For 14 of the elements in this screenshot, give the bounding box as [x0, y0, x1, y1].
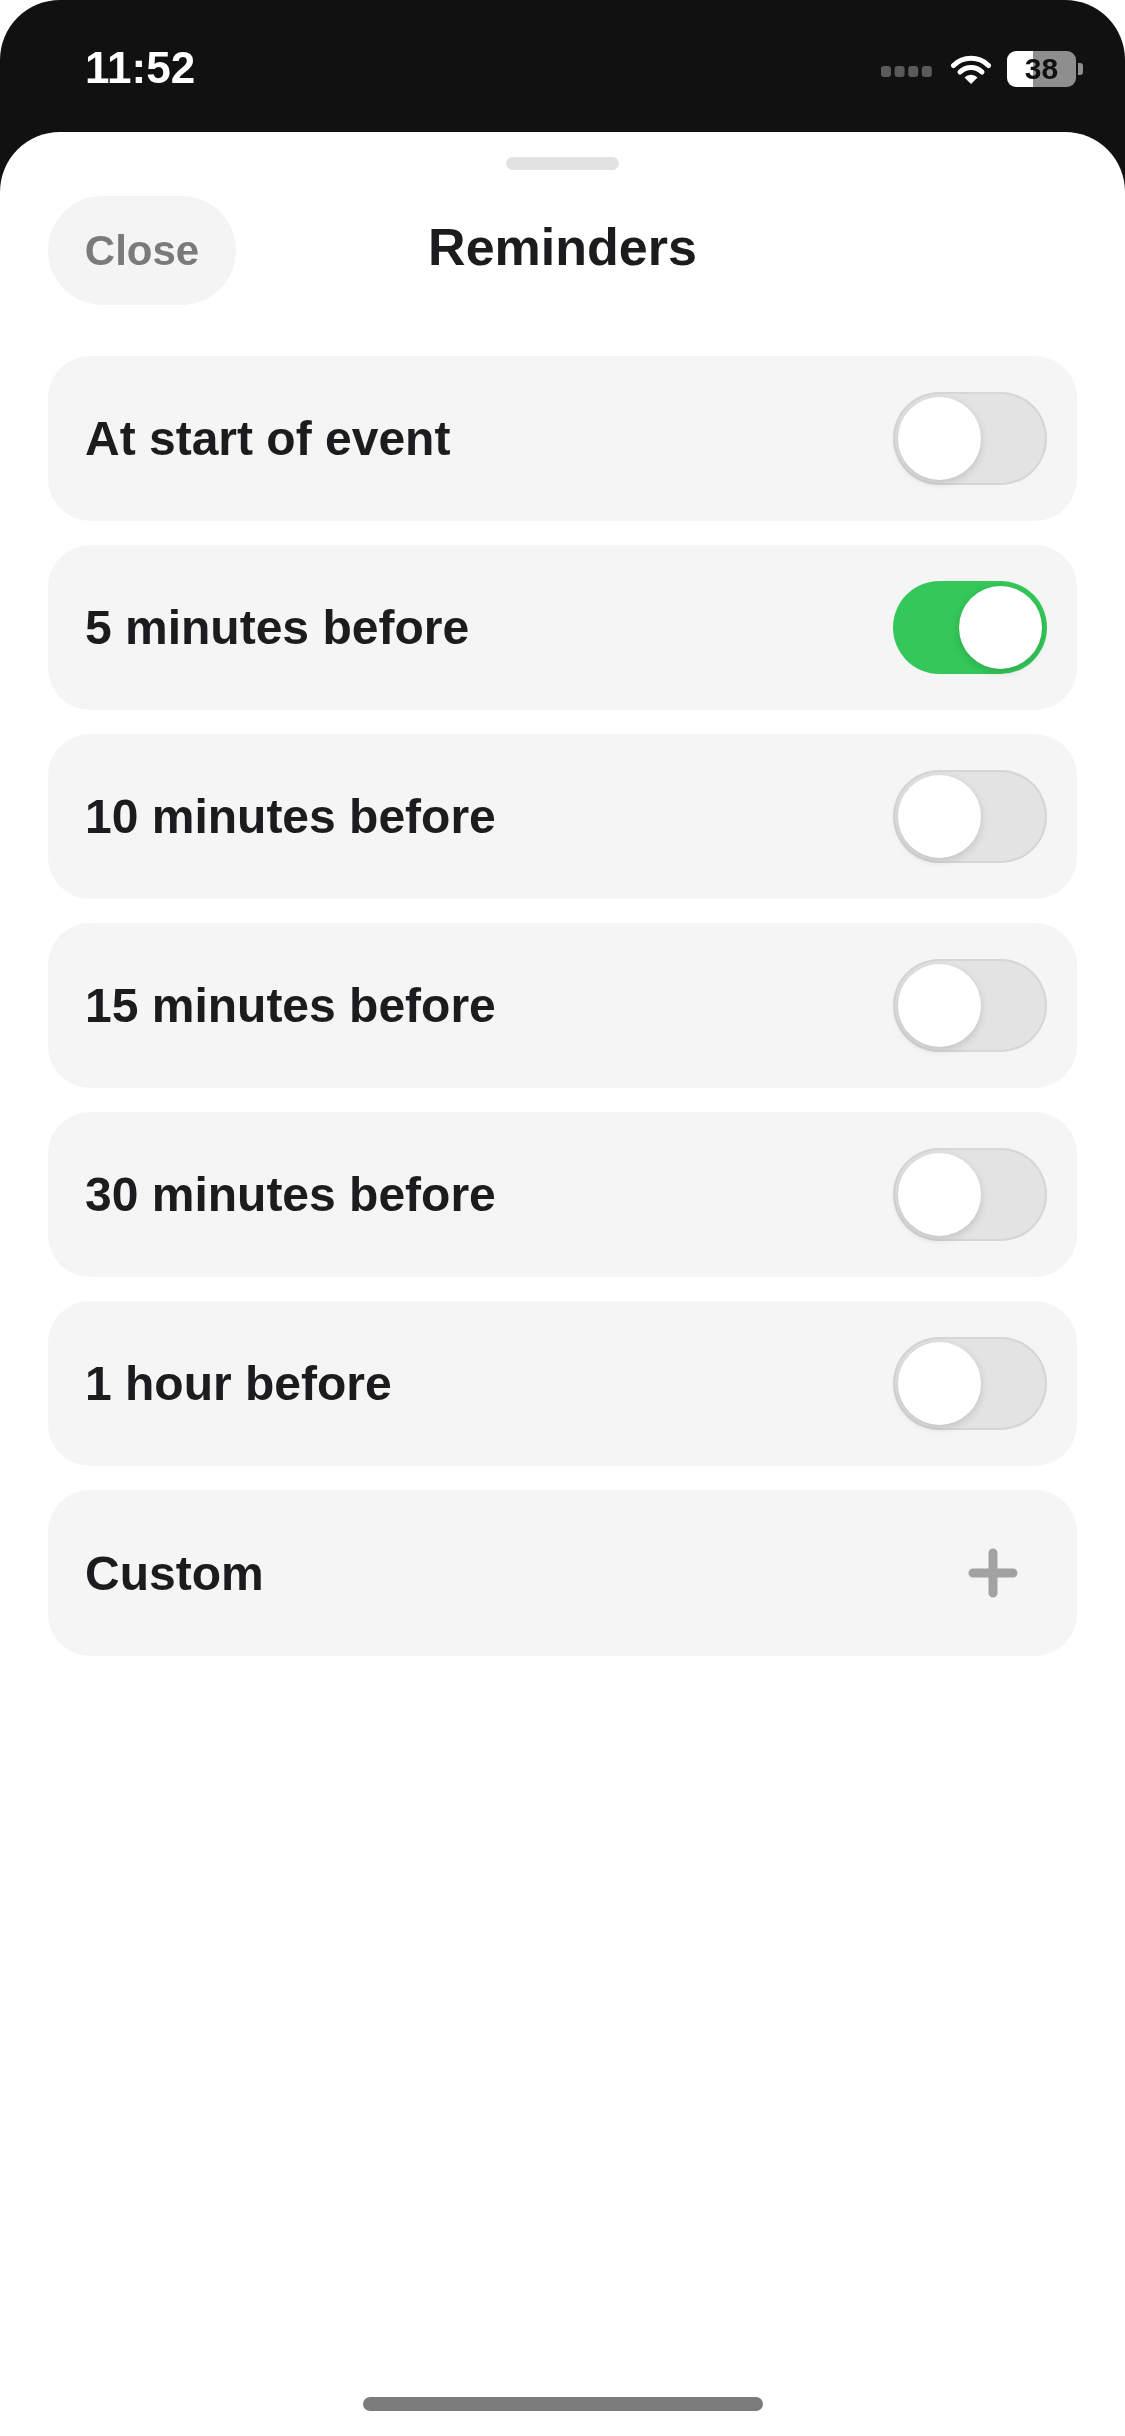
- signal-icon: [881, 65, 932, 77]
- drag-handle[interactable]: [506, 157, 619, 170]
- status-time: 11:52: [85, 43, 196, 93]
- reminder-label: 30 minutes before: [85, 1167, 496, 1222]
- close-button[interactable]: Close: [48, 196, 236, 305]
- reminder-label: 1 hour before: [85, 1356, 392, 1411]
- reminder-label: 10 minutes before: [85, 789, 496, 844]
- wifi-icon: [951, 53, 991, 85]
- reminder-label: 5 minutes before: [85, 600, 470, 655]
- sheet-title: Reminders: [428, 216, 697, 277]
- reminder-label: 15 minutes before: [85, 978, 496, 1033]
- plus-icon: [968, 1548, 1018, 1598]
- custom-reminder-button[interactable]: Custom: [48, 1490, 1077, 1656]
- reminder-label: At start of event: [85, 411, 451, 466]
